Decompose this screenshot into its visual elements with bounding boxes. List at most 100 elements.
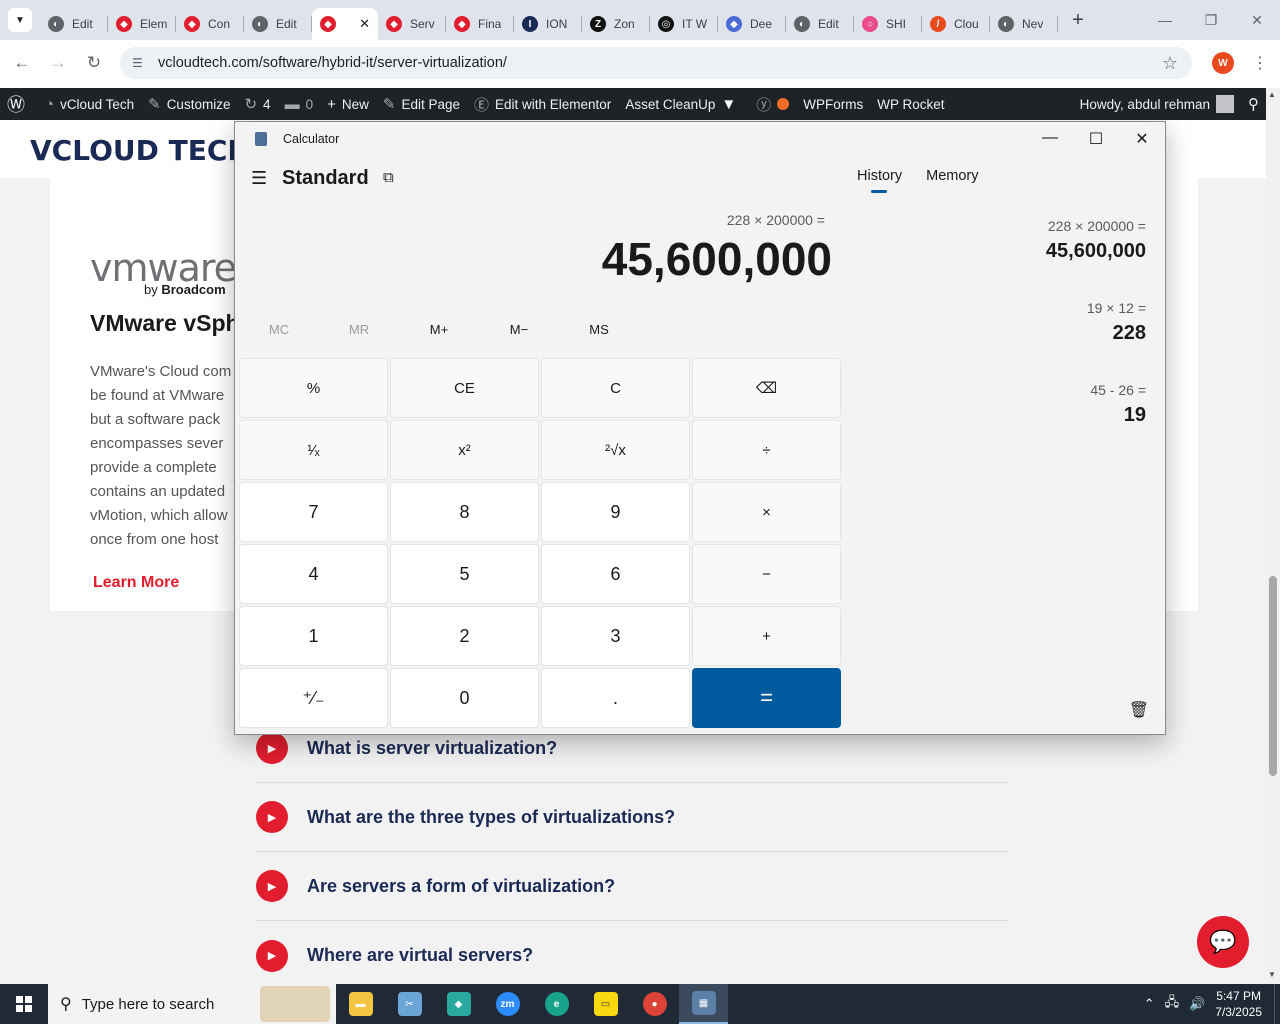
new-tab-button[interactable]: + <box>1066 9 1090 32</box>
taskbar-zoom[interactable]: zm <box>483 984 532 1024</box>
hamburger-menu-icon[interactable]: ☰ <box>251 168 267 189</box>
key-clear-button[interactable]: C <box>541 358 690 418</box>
wpbar-wpforms[interactable]: WPForms <box>796 88 870 120</box>
key-reciprocal-button[interactable]: ¹⁄ₓ <box>239 420 388 480</box>
site-logo[interactable]: VCLOUD TECH <box>30 134 251 167</box>
scroll-down-icon[interactable]: ▼ <box>1268 970 1276 979</box>
history-item[interactable]: 228 × 200000 = 45,600,000 <box>1046 218 1146 263</box>
taskbar-clock[interactable]: 5:47 PM 7/3/2025 <box>1215 988 1262 1020</box>
key-clear-entry-button[interactable]: CE <box>390 358 539 418</box>
forward-icon[interactable]: → <box>40 53 76 73</box>
faq-item[interactable]: ▶ What are the three types of virtualizat… <box>256 783 1008 852</box>
network-icon[interactable]: 🖧 <box>1165 993 1180 1015</box>
browser-tab[interactable]: ◆ Con <box>176 8 244 40</box>
reload-icon[interactable]: ↻ <box>76 53 112 73</box>
browser-tab[interactable]: ○ SHI <box>854 8 922 40</box>
bookmark-star-icon[interactable]: ☆ <box>1162 53 1178 74</box>
wpbar-new[interactable]: + New <box>320 88 376 120</box>
browser-tab[interactable]: ◆ Elem <box>108 8 176 40</box>
browser-tab[interactable]: I ION <box>514 8 582 40</box>
wpbar-updates[interactable]: ↻ 4 <box>237 88 277 120</box>
address-bar[interactable]: ☰ vcloudtech.com/software/hybrid-it/serv… <box>120 47 1192 79</box>
taskbar-calculator[interactable]: ▦ <box>679 984 728 1024</box>
taskbar-snipping-tool[interactable]: ✂ <box>385 984 434 1024</box>
history-item[interactable]: 19 × 12 = 228 <box>1087 300 1146 345</box>
browser-tab[interactable]: Z Zon <box>582 8 650 40</box>
wpbar-search-icon[interactable]: ⚲ <box>1241 88 1266 120</box>
wpbar-howdy[interactable]: Howdy, abdul rehman <box>1073 88 1241 120</box>
keep-on-top-icon[interactable]: ⧉ <box>383 169 394 186</box>
key-digit-0-button[interactable]: 0 <box>390 668 539 728</box>
key-square-root-button[interactable]: ²√x <box>541 420 690 480</box>
minimize-icon[interactable]: — <box>1027 129 1073 149</box>
key-negate-button[interactable]: ⁺⁄₋ <box>239 668 388 728</box>
wpbar-elementor[interactable]: Ⓔ Edit with Elementor <box>467 88 618 120</box>
memory-clear-button[interactable]: MC <box>239 322 319 337</box>
close-icon[interactable]: ✕ <box>1119 129 1165 149</box>
learn-more-link[interactable]: Learn More <box>93 574 179 592</box>
wpbar-yoast[interactable]: ⓨ <box>749 88 796 120</box>
memory-store-button[interactable]: MS <box>559 322 639 337</box>
key-divide-button[interactable]: ÷ <box>692 420 841 480</box>
key-add-button[interactable]: + <box>692 606 841 666</box>
history-item[interactable]: 45 - 26 = 19 <box>1090 382 1146 427</box>
key-digit-7-button[interactable]: 7 <box>239 482 388 542</box>
wpbar-asset-cleanup[interactable]: Asset CleanUp ▼ <box>618 88 749 120</box>
wpbar-wprocket[interactable]: WP Rocket <box>870 88 951 120</box>
key-square-button[interactable]: x² <box>390 420 539 480</box>
key-digit-4-button[interactable]: 4 <box>239 544 388 604</box>
wpbar-comments[interactable]: ▬ 0 <box>278 88 321 120</box>
key-digit-8-button[interactable]: 8 <box>390 482 539 542</box>
browser-tab[interactable]: ◆ Fina <box>446 8 514 40</box>
browser-tab[interactable]: ◆ Dee <box>718 8 786 40</box>
back-icon[interactable]: ← <box>4 53 40 73</box>
wpbar-edit-page[interactable]: ✎ Edit Page <box>376 88 467 120</box>
show-desktop-button[interactable] <box>1274 984 1280 1024</box>
taskbar-file-explorer[interactable]: ▬ <box>336 984 385 1024</box>
browser-tab[interactable]: ◐ Edit <box>40 8 108 40</box>
taskbar-edge[interactable]: e <box>532 984 581 1024</box>
key-digit-5-button[interactable]: 5 <box>390 544 539 604</box>
faq-item[interactable]: ▶ Are servers a form of virtualization? <box>256 852 1008 921</box>
trash-icon[interactable]: 🗑 <box>1129 700 1149 720</box>
chat-widget-button[interactable]: 💬 <box>1197 916 1249 968</box>
browser-tab[interactable]: / Clou <box>922 8 990 40</box>
site-info-icon[interactable]: ☰ <box>132 56 150 70</box>
key-subtract-button[interactable]: − <box>692 544 841 604</box>
browser-tab[interactable]: ◆ ✕ <box>312 8 378 40</box>
key-decimal-button[interactable]: . <box>541 668 690 728</box>
key-backspace-button[interactable]: ⌫ <box>692 358 841 418</box>
maximize-icon[interactable]: ☐ <box>1073 129 1119 149</box>
browser-tab[interactable]: ◐ Edit <box>244 8 312 40</box>
taskbar-app-diamond[interactable]: ◆ <box>434 984 483 1024</box>
key-percent-button[interactable]: % <box>239 358 388 418</box>
memory-subtract-button[interactable]: M− <box>479 322 559 337</box>
browser-tab[interactable]: ◐ Edit <box>786 8 854 40</box>
key-multiply-button[interactable]: × <box>692 482 841 542</box>
calculator-titlebar[interactable]: Calculator — ☐ ✕ <box>235 122 1165 156</box>
tab-memory[interactable]: Memory <box>926 168 978 184</box>
scroll-up-icon[interactable]: ▲ <box>1268 90 1276 99</box>
scroll-thumb[interactable] <box>1269 576 1277 776</box>
taskbar-chrome[interactable]: ● <box>630 984 679 1024</box>
page-scrollbar[interactable]: ▲ ▼ <box>1266 88 1280 984</box>
minimize-icon[interactable]: — <box>1142 12 1188 28</box>
close-icon[interactable]: ✕ <box>1234 12 1280 29</box>
key-digit-3-button[interactable]: 3 <box>541 606 690 666</box>
memory-recall-button[interactable]: MR <box>319 322 399 337</box>
wpbar-site[interactable]: ◔ vCloud Tech <box>38 88 141 120</box>
key-digit-9-button[interactable]: 9 <box>541 482 690 542</box>
tab-history[interactable]: History <box>857 168 902 193</box>
browser-tab[interactable]: ◐ Nev <box>990 8 1058 40</box>
key-digit-1-button[interactable]: 1 <box>239 606 388 666</box>
volume-icon[interactable]: 🔊 <box>1189 996 1205 1012</box>
faq-item[interactable]: ▶ Where are virtual servers? <box>256 921 1008 984</box>
profile-avatar[interactable]: W <box>1212 52 1234 74</box>
memory-add-button[interactable]: M+ <box>399 322 479 337</box>
restore-icon[interactable]: ❐ <box>1188 12 1234 29</box>
wpbar-customize[interactable]: ✎ Customize <box>141 88 237 120</box>
taskbar-sticky-notes[interactable]: ▭ <box>581 984 630 1024</box>
tab-close-icon[interactable]: ✕ <box>359 16 370 32</box>
tab-search-button[interactable]: ▼ <box>8 8 32 32</box>
start-button[interactable] <box>0 984 48 1024</box>
